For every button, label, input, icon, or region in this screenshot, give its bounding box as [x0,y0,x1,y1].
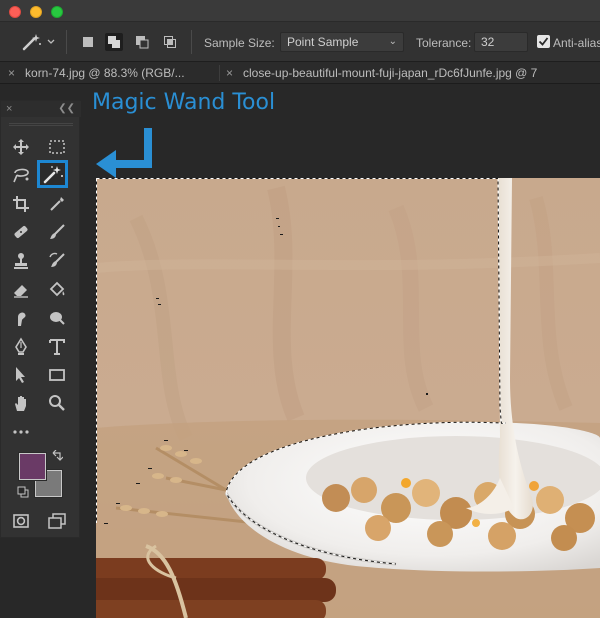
tab-label: korn-74.jpg @ 88.3% (RGB/... [25,66,185,80]
type-tool[interactable] [44,335,70,359]
checkmark-icon [538,37,549,46]
panel-grip[interactable] [9,123,73,126]
more-tools-icon [13,430,29,434]
edit-toolbar-button[interactable] [8,420,34,444]
move-icon [13,139,29,155]
sample-size-select[interactable]: Point Sample ⌄ [280,32,404,52]
intersect-selection-icon[interactable] [161,33,179,51]
collapse-panel-icon[interactable]: ❮❮ [58,101,75,117]
annotation-label: Magic Wand Tool [92,90,276,115]
swap-colors-icon[interactable] [51,449,64,467]
clone-stamp-tool[interactable] [8,249,34,273]
lasso-icon [13,168,29,183]
rectangular-marquee-icon [49,140,65,154]
screen-mode-icon [48,513,66,529]
type-icon [49,339,65,355]
healing-brush-tool[interactable] [8,220,34,244]
eraser-tool[interactable] [8,278,34,302]
tools-panel-header: × ❮❮ [1,101,81,117]
tab-label: close-up-beautiful-mount-fuji-japan_rDc6… [243,66,538,80]
dodge-tool[interactable] [44,306,70,330]
screen-mode-button[interactable] [44,509,70,533]
zoom-tool[interactable] [44,391,70,415]
dodge-icon [50,312,65,325]
canvas-photo [96,178,600,618]
anti-alias-label: Anti-alias [553,36,600,50]
minimize-window-button[interactable] [30,6,42,18]
close-window-button[interactable] [9,6,21,18]
document-tab[interactable]: × korn-74.jpg @ 88.3% (RGB/... [8,62,220,84]
magic-wand-tool[interactable] [37,160,68,188]
crop-icon [13,196,29,212]
quick-mask-icon [13,514,29,528]
eraser-icon [14,285,28,298]
sample-size-value: Point Sample [287,35,359,49]
zoom-icon [49,395,65,411]
document-tab-bar: × korn-74.jpg @ 88.3% (RGB/... × close-up-… [0,62,600,84]
default-colors-icon[interactable] [17,485,29,503]
tolerance-input[interactable]: 32 [474,32,528,52]
rectangle-shape-tool[interactable] [44,363,70,387]
path-selection-icon [16,367,25,383]
hand-icon [15,396,26,411]
maximize-window-button[interactable] [51,6,63,18]
paint-bucket-tool[interactable] [44,278,70,302]
crop-tool[interactable] [8,192,34,216]
chevron-down-icon: ⌄ [388,36,397,47]
sample-size-label: Sample Size: [204,36,275,50]
brush-tool[interactable] [44,220,70,244]
clone-stamp-icon [14,253,28,269]
eyedropper-icon [50,197,64,211]
document-tab[interactable]: × close-up-beautiful-mount-fuji-japan_rDc… [226,62,600,84]
new-selection-icon[interactable] [79,33,97,51]
rectangle-shape-icon [49,369,65,381]
hand-tool[interactable] [8,391,34,415]
quick-mask-button[interactable] [8,509,34,533]
anti-alias-checkbox[interactable] [537,35,550,48]
pen-tool[interactable] [8,335,34,359]
close-panel-icon[interactable]: × [6,101,12,117]
options-divider [66,30,67,54]
healing-brush-icon [14,226,28,238]
magic-wand-icon [43,166,63,184]
smudge-tool[interactable] [8,306,34,330]
close-tab-icon[interactable]: × [226,66,233,80]
tolerance-value: 32 [481,35,495,49]
add-to-selection-icon[interactable] [105,33,123,51]
history-brush-icon [49,252,65,267]
rectangular-marquee-tool[interactable] [44,135,70,159]
eyedropper-tool[interactable] [44,192,70,216]
subtract-from-selection-icon[interactable] [133,33,151,51]
tool-preset-picker[interactable] [20,32,56,52]
options-divider [191,30,192,54]
smudge-icon [18,312,26,326]
tolerance-label: Tolerance: [416,36,472,50]
close-tab-icon[interactable]: × [8,66,15,80]
paint-bucket-icon [49,281,65,297]
magic-wand-icon [22,34,55,51]
options-bar: Sample Size: Point Sample ⌄ Tolerance: 3… [0,22,600,62]
pen-icon [15,337,27,355]
tab-divider [219,65,220,81]
history-brush-tool[interactable] [44,249,70,273]
title-bar [0,0,600,22]
photoshop-window: Sample Size: Point Sample ⌄ Tolerance: 3… [0,0,600,618]
annotation-arrow-icon [96,128,152,178]
lasso-tool[interactable] [8,163,34,187]
path-selection-tool[interactable] [8,363,34,387]
brush-icon [50,224,65,239]
document-canvas[interactable] [96,178,600,618]
move-tool[interactable] [8,135,34,159]
foreground-color-swatch[interactable] [18,452,47,481]
